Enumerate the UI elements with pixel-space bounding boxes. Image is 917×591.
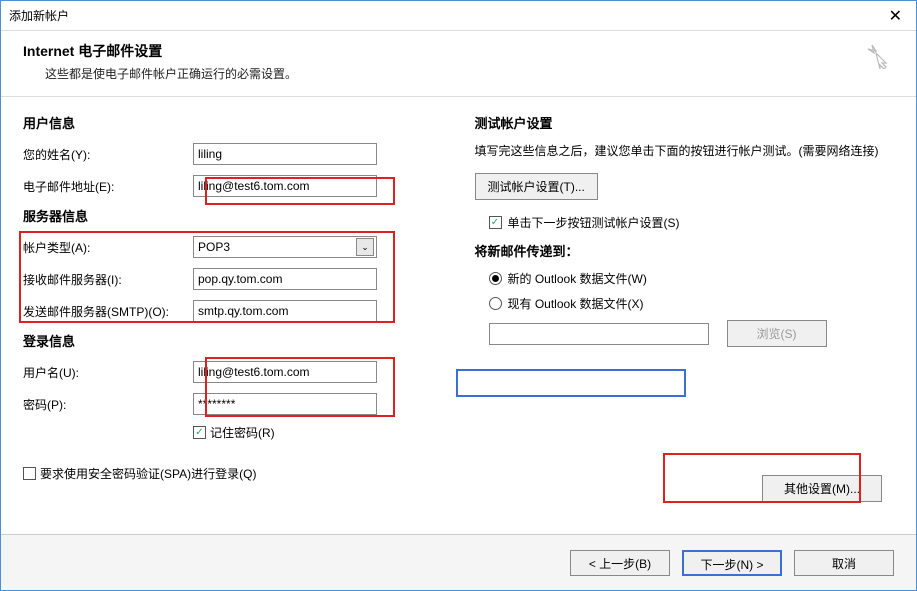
login-info-heading: 登录信息 [23,331,443,350]
smtp-label: 发送邮件服务器(SMTP)(O): [23,303,193,320]
header-subtitle: 这些都是使电子邮件帐户正确运行的必需设置。 [45,65,894,82]
name-input[interactable] [193,143,377,165]
email-input[interactable] [193,175,377,197]
header-title: Internet 电子邮件设置 [23,41,894,61]
titlebar: 添加新帐户 ✕ [1,1,916,31]
username-input[interactable] [193,361,377,383]
password-label: 密码(P): [23,396,193,413]
test-settings-button[interactable]: 测试帐户设置(T)... [475,173,598,200]
incoming-label: 接收邮件服务器(I): [23,271,193,288]
browse-button[interactable]: 浏览(S) [727,320,827,347]
email-label: 电子邮件地址(E): [23,178,193,195]
password-input[interactable] [193,393,377,415]
test-description: 填写完这些信息之后，建议您单击下面的按钮进行帐户测试。(需要网络连接) [475,142,895,161]
account-type-label: 帐户类型(A): [23,239,193,256]
spa-label: 要求使用安全密码验证(SPA)进行登录(Q) [40,465,256,482]
cursor-icon [866,43,892,69]
spa-checkbox[interactable] [23,467,36,480]
remember-password-label: 记住密码(R) [210,424,275,441]
username-label: 用户名(U): [23,364,193,381]
auto-test-checkbox[interactable] [489,216,502,229]
more-settings-button[interactable]: 其他设置(M)... [762,475,882,502]
cancel-button[interactable]: 取消 [794,550,894,576]
right-column: 测试帐户设置 填写完这些信息之后，建议您单击下面的按钮进行帐户测试。(需要网络连… [475,113,895,482]
existing-datafile-radio[interactable] [489,297,502,310]
back-button[interactable]: < 上一步(B) [570,550,670,576]
account-type-select[interactable]: POP3 ⌄ [193,236,377,258]
chevron-down-icon[interactable]: ⌄ [356,238,374,256]
existing-datafile-label: 现有 Outlook 数据文件(X) [508,295,644,312]
deliver-heading: 将新邮件传递到： [475,241,895,260]
user-info-heading: 用户信息 [23,113,443,132]
new-datafile-radio[interactable] [489,272,502,285]
dialog-body: 用户信息 您的姓名(Y): 电子邮件地址(E): 服务器信息 帐户类型(A): … [1,97,916,482]
datafile-path-input[interactable] [489,323,709,345]
window-title: 添加新帐户 [9,7,69,24]
dialog-footer: < 上一步(B) 下一步(N) > 取消 [1,534,916,590]
name-label: 您的姓名(Y): [23,146,193,163]
left-column: 用户信息 您的姓名(Y): 电子邮件地址(E): 服务器信息 帐户类型(A): … [23,113,443,482]
remember-password-checkbox[interactable] [193,426,206,439]
smtp-server-input[interactable] [193,300,377,322]
server-info-heading: 服务器信息 [23,206,443,225]
next-button[interactable]: 下一步(N) > [682,550,782,576]
add-account-window: 添加新帐户 ✕ Internet 电子邮件设置 这些都是使电子邮件帐户正确运行的… [0,0,917,591]
test-heading: 测试帐户设置 [475,113,895,132]
new-datafile-label: 新的 Outlook 数据文件(W) [508,270,647,287]
dialog-header: Internet 电子邮件设置 这些都是使电子邮件帐户正确运行的必需设置。 [1,31,916,96]
incoming-server-input[interactable] [193,268,377,290]
account-type-value: POP3 [198,240,230,254]
close-icon[interactable]: ✕ [883,6,908,26]
auto-test-label: 单击下一步按钮测试帐户设置(S) [508,214,680,231]
